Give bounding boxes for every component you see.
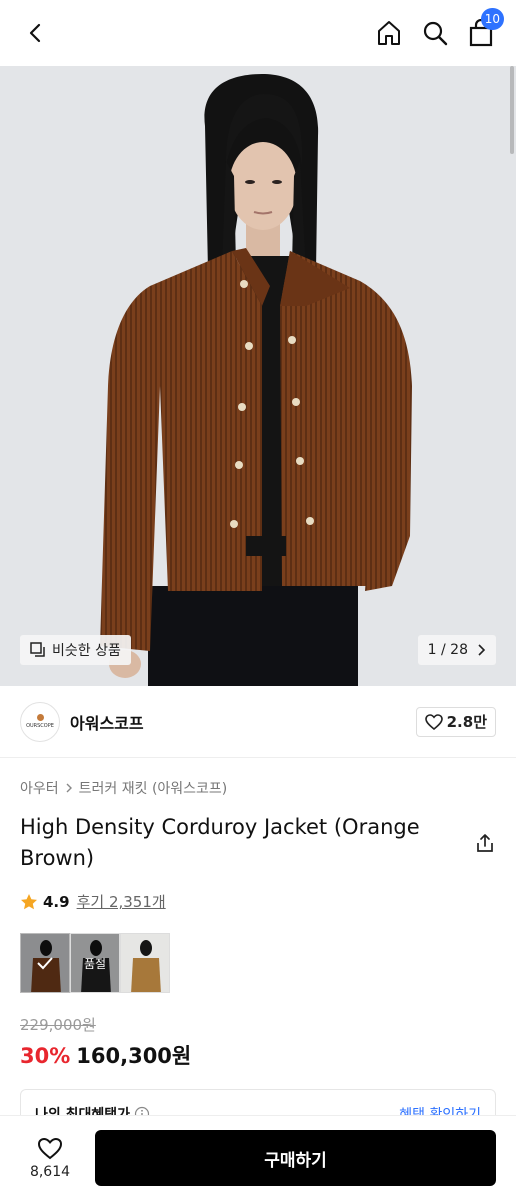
page-indicator-text: 1 / 28 — [427, 642, 468, 658]
heart-icon — [37, 1137, 63, 1159]
scrollbar-thumb[interactable] — [510, 66, 514, 154]
chevron-left-icon — [29, 23, 41, 43]
soldout-label: 품절 — [83, 956, 107, 971]
similar-products-label: 비슷한 상품 — [52, 643, 121, 659]
swatch-photo — [121, 934, 169, 992]
search-button[interactable] — [420, 18, 450, 48]
chevron-right-icon — [66, 783, 72, 793]
rating-score: 4.9 — [43, 892, 70, 911]
sale-price: 160,300원 — [76, 1044, 192, 1068]
cart-count-badge: 10 — [480, 8, 504, 30]
brand-name[interactable]: 아워스코프 — [70, 710, 144, 734]
wishlist-button[interactable]: 8,614 — [20, 1137, 80, 1180]
swatch-black[interactable]: 품절 — [70, 933, 120, 993]
star-icon — [21, 893, 37, 909]
buy-button[interactable]: 구매하기 — [95, 1130, 496, 1186]
breadcrumb-category[interactable]: 아우터 — [20, 778, 59, 798]
product-photo — [0, 66, 516, 686]
swatch-orange-brown[interactable] — [20, 933, 70, 993]
breadcrumb-subcategory[interactable]: 트러커 재킷 (아워스코프) — [79, 778, 228, 798]
original-price: 229,000원 — [20, 1016, 96, 1034]
brand-logo[interactable]: OURSCOPE — [20, 701, 60, 742]
soldout-overlay: 품절 — [71, 934, 119, 992]
share-button[interactable] — [472, 830, 498, 856]
bottom-action-bar: 8,614 구매하기 — [0, 1116, 516, 1200]
back-button[interactable] — [20, 17, 52, 49]
similar-items-icon — [30, 642, 45, 657]
home-button[interactable] — [374, 18, 404, 48]
image-page-indicator[interactable]: 1 / 28 — [417, 635, 496, 665]
discount-rate: 30% — [20, 1044, 71, 1068]
brand-like-button[interactable]: 2.8만 — [415, 706, 496, 737]
swatch-khaki[interactable] — [120, 933, 170, 993]
chevron-right-icon — [478, 644, 486, 656]
share-icon — [477, 834, 493, 852]
check-icon — [37, 957, 53, 970]
search-icon — [423, 21, 448, 46]
heart-outline-icon — [424, 713, 443, 730]
price-row: 30% 160,300원 — [20, 1040, 191, 1070]
breadcrumb: 아우터 트러커 재킷 (아워스코프) — [20, 778, 227, 798]
reviews-link[interactable]: 후기 2,351개 — [77, 891, 166, 912]
home-icon — [378, 21, 400, 45]
similar-products-button[interactable]: 비슷한 상품 — [20, 635, 131, 665]
brand-like-count: 2.8만 — [446, 713, 487, 731]
brand-row: OURSCOPE 아워스코프 2.8만 — [0, 686, 516, 758]
logo-mark — [36, 714, 44, 721]
product-title: High Density Corduroy Jacket (Orange Bro… — [20, 815, 420, 870]
product-image-gallery[interactable]: 비슷한 상품 1 / 28 — [0, 66, 516, 686]
brand-logo-text: OURSCOPE — [26, 723, 54, 729]
cart-button[interactable]: 10 — [466, 8, 504, 48]
rating-row: 4.9 후기 2,351개 — [20, 891, 166, 912]
color-options: 품절 — [20, 933, 170, 993]
top-navigation-bar: 10 — [0, 0, 516, 66]
wishlist-count: 8,614 — [29, 1163, 71, 1180]
selected-overlay — [21, 934, 69, 992]
